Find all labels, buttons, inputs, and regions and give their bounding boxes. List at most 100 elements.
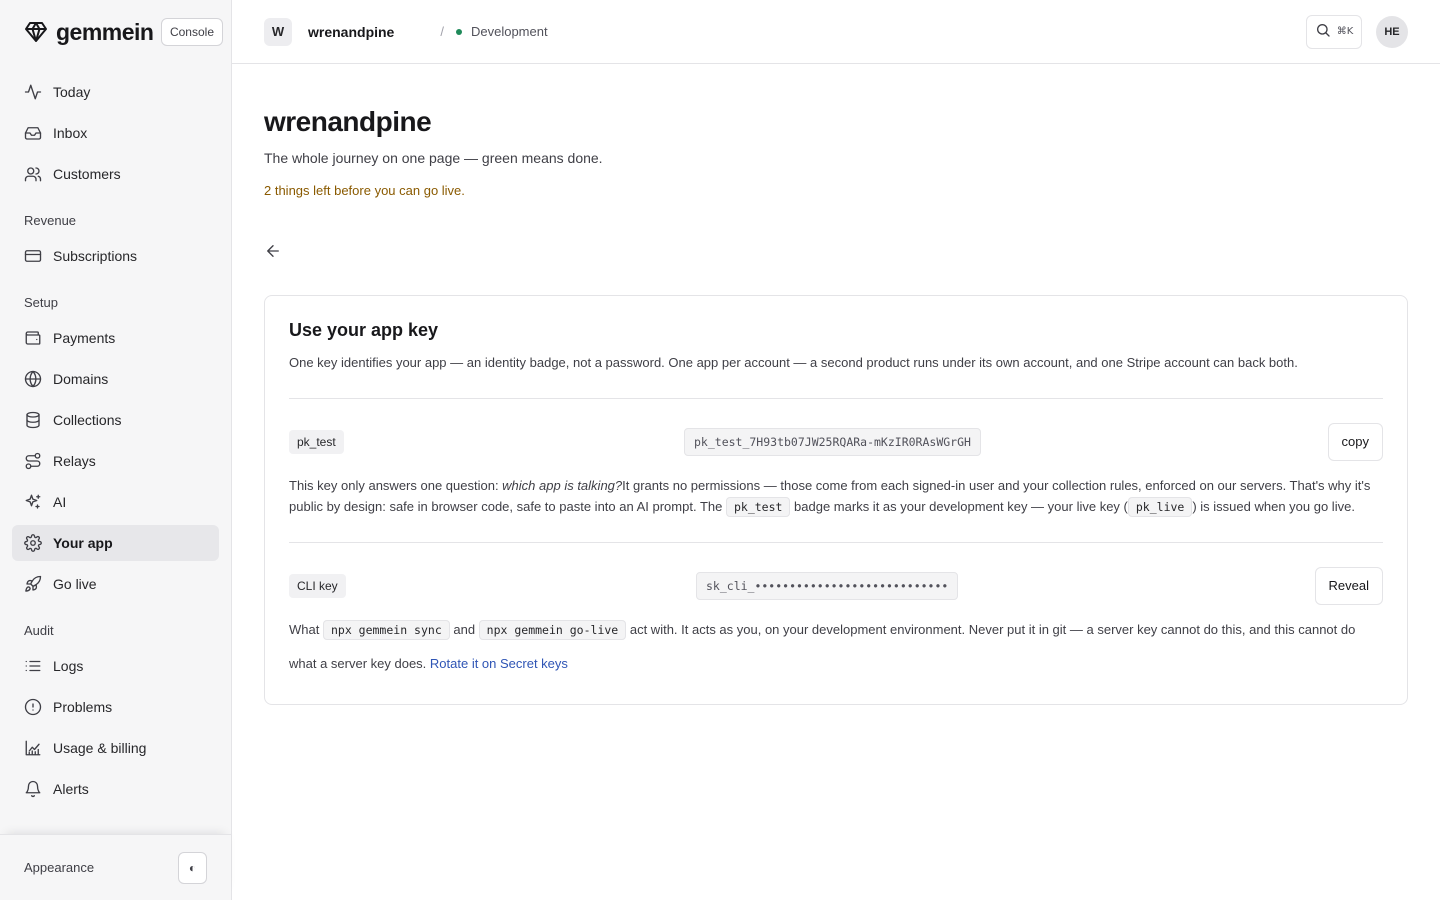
- wallet-icon: [24, 329, 42, 347]
- sidebar-item-relays[interactable]: Relays: [12, 443, 219, 479]
- sidebar-item-label: Today: [53, 84, 91, 100]
- sidebar-item-label: Domains: [53, 371, 109, 387]
- sidebar-section-revenue: Revenue: [24, 212, 77, 228]
- note-text: What: [289, 621, 323, 637]
- cli-key-note: What npx gemmein sync and npx gemmein go…: [289, 613, 1383, 680]
- sidebar-item-ai[interactable]: AI: [12, 484, 219, 520]
- card-title: Use your app key: [289, 320, 439, 340]
- sidebar: gemmein Console Today Inbox Customers Re…: [0, 0, 232, 900]
- note-text: ) is issued when you go live.: [1192, 498, 1355, 514]
- note-text: This key only answers one question:: [289, 477, 503, 493]
- copy-button[interactable]: copy: [1327, 422, 1383, 461]
- divider: [289, 397, 1383, 399]
- sidebar-item-label: Collections: [53, 412, 122, 428]
- sidebar-item-collections[interactable]: Collections: [12, 402, 219, 438]
- sidebar-item-label: Alerts: [53, 781, 89, 797]
- arrow-left-icon: [264, 242, 282, 263]
- sidebar-item-label: AI: [53, 494, 67, 510]
- sidebar-item-label: Payments: [53, 330, 116, 346]
- reveal-button[interactable]: Reveal: [1314, 566, 1383, 605]
- sidebar-item-customers[interactable]: Customers: [12, 156, 219, 192]
- users-icon: [24, 165, 42, 183]
- go-live-warning: 2 things left before you can go live.: [264, 183, 465, 198]
- sidebar-item-alerts[interactable]: Alerts: [12, 771, 219, 807]
- inline-code: pk_live: [1127, 496, 1193, 517]
- card-description: One key identifies your app — an identit…: [289, 355, 1298, 370]
- publishable-key-value[interactable]: pk_test_7H93tb07JW25RQARa-mKzIR0RAsWGrGH: [684, 427, 981, 456]
- sidebar-section-setup: Setup: [24, 294, 58, 310]
- sidebar-item-label: Problems: [53, 699, 113, 715]
- route-icon: [24, 452, 42, 470]
- sidebar-item-subscriptions[interactable]: Subscriptions: [12, 238, 219, 274]
- sidebar-section-audit: Audit: [24, 622, 54, 638]
- sidebar-item-your-app[interactable]: Your app: [12, 525, 219, 561]
- sidebar-item-today[interactable]: Today: [12, 74, 219, 110]
- inline-code: pk_test: [725, 496, 791, 517]
- sidebar-nav: Today Inbox Customers Revenue Subscripti…: [0, 64, 231, 807]
- user-avatar[interactable]: HE: [1376, 15, 1408, 48]
- sidebar-item-usage-billing[interactable]: Usage & billing: [12, 730, 219, 766]
- environment-label: Development: [470, 24, 548, 39]
- alert-circle-icon: [24, 698, 42, 716]
- sidebar-item-problems[interactable]: Problems: [12, 689, 219, 725]
- cli-key-row: CLI key sk_cli_•••••••••••••••••••••••••…: [289, 566, 1383, 605]
- search-icon: [1315, 22, 1331, 41]
- back-button[interactable]: [264, 242, 284, 262]
- sidebar-item-go-live[interactable]: Go live: [12, 566, 219, 602]
- inbox-icon: [24, 124, 42, 142]
- gear-icon: [24, 534, 42, 552]
- cli-key-value: sk_cli_••••••••••••••••••••••••••••: [696, 571, 959, 600]
- inline-code: npx gemmein sync: [322, 619, 450, 640]
- page-content: wrenandpine The whole journey on one pag…: [232, 106, 1440, 705]
- publishable-key-row: pk_test pk_test_7H93tb07JW25RQARa-mKzIR0…: [289, 422, 1383, 461]
- search-shortcut: ⌘K: [1336, 26, 1354, 37]
- app-key-card: Use your app key One key identifies your…: [264, 295, 1408, 705]
- breadcrumb-separator: /: [440, 24, 444, 39]
- chart-icon: [24, 739, 42, 757]
- divider: [289, 541, 1383, 543]
- page-subtitle: The whole journey on one page — green me…: [264, 150, 603, 166]
- credit-card-icon: [24, 247, 42, 265]
- rotate-secret-keys-link[interactable]: Rotate it on Secret keys: [430, 656, 568, 671]
- sidebar-item-logs[interactable]: Logs: [12, 648, 219, 684]
- brand-name: gemmein: [56, 18, 154, 45]
- key-badge: CLI key: [289, 573, 346, 598]
- topbar: W wrenandpine / Development ⌘K HE: [232, 0, 1440, 64]
- sidebar-footer: Appearance ◐: [0, 834, 231, 900]
- sidebar-item-label: Usage & billing: [53, 740, 147, 756]
- search-button[interactable]: ⌘K: [1306, 14, 1362, 49]
- activity-icon: [24, 83, 42, 101]
- publishable-key-note: This key only answers one question: whic…: [289, 475, 1383, 518]
- sidebar-item-domains[interactable]: Domains: [12, 361, 219, 397]
- status-dot-icon: [455, 28, 462, 35]
- topbar-actions: ⌘K HE: [1306, 14, 1408, 49]
- sidebar-item-label: Inbox: [53, 125, 88, 141]
- console-badge[interactable]: Console: [160, 18, 223, 46]
- sidebar-item-label: Logs: [53, 658, 84, 674]
- app-switcher[interactable]: wrenandpine: [308, 24, 394, 40]
- globe-icon: [24, 370, 42, 388]
- appearance-label: Appearance: [24, 860, 95, 875]
- page-title: wrenandpine: [264, 106, 432, 137]
- sidebar-item-label: Relays: [53, 453, 96, 469]
- sparkles-icon: [24, 493, 42, 511]
- brand: gemmein Console: [0, 0, 231, 64]
- database-icon: [24, 411, 42, 429]
- list-icon: [24, 657, 42, 675]
- note-text: and: [449, 621, 479, 637]
- rocket-icon: [24, 575, 42, 593]
- app-avatar[interactable]: W: [264, 17, 292, 46]
- key-badge: pk_test: [289, 429, 344, 454]
- main: W wrenandpine / Development ⌘K HE wrenan…: [232, 0, 1440, 900]
- note-text: badge marks it as your development key —…: [790, 498, 1128, 514]
- sidebar-item-inbox[interactable]: Inbox: [12, 115, 219, 151]
- half-circle-icon: ◐: [188, 860, 197, 875]
- sidebar-item-label: Customers: [53, 166, 121, 182]
- app-shell: gemmein Console Today Inbox Customers Re…: [0, 0, 1440, 900]
- environment-switcher[interactable]: Development: [455, 24, 548, 39]
- theme-toggle-button[interactable]: ◐: [178, 851, 207, 884]
- sidebar-item-payments[interactable]: Payments: [12, 320, 219, 356]
- gem-logo-icon: [24, 20, 48, 44]
- sidebar-item-label: Your app: [53, 535, 113, 551]
- sidebar-item-label: Subscriptions: [53, 248, 138, 264]
